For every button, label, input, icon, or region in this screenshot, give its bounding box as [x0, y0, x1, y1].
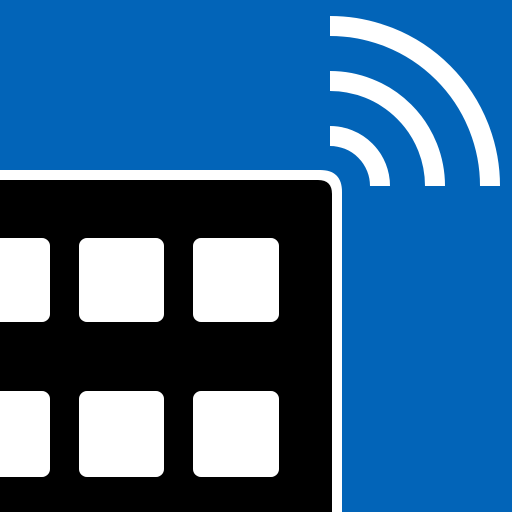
- key-bottom-left: [0, 391, 50, 477]
- key-top-middle: [79, 238, 164, 322]
- key-bottom-middle: [79, 391, 164, 477]
- key-top-right: [193, 238, 279, 322]
- app-icon: [0, 0, 512, 512]
- key-bottom-right: [193, 391, 279, 477]
- key-top-left: [0, 238, 50, 322]
- app-icon-graphic: [0, 0, 512, 512]
